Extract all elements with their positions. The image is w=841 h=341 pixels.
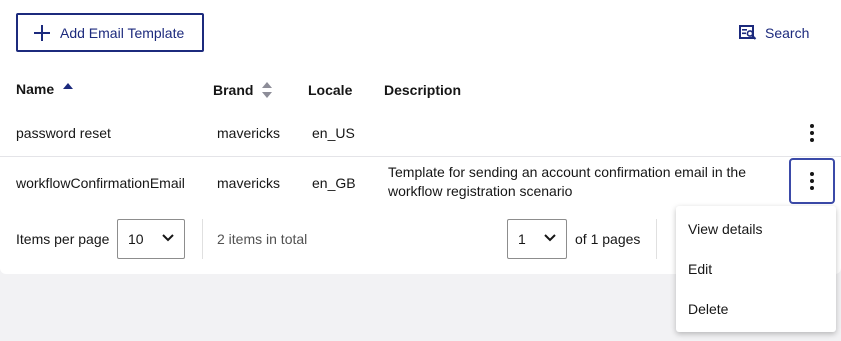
search-icon — [739, 25, 757, 40]
column-header-name[interactable]: Name — [16, 81, 74, 97]
row-2-locale: en_GB — [312, 175, 356, 191]
row-divider — [0, 156, 841, 157]
row-1-locale: en_US — [312, 125, 355, 141]
page-select[interactable]: 1 — [507, 219, 567, 259]
row-2-brand: mavericks — [217, 175, 281, 191]
menu-item-delete[interactable]: Delete — [676, 289, 836, 329]
column-header-brand[interactable]: Brand — [213, 81, 273, 99]
row-1-name: password reset — [16, 125, 111, 141]
total-pages-text: of 1 pages — [575, 231, 641, 247]
kebab-icon — [810, 171, 814, 192]
add-email-template-button[interactable]: Add Email Template — [16, 13, 204, 52]
row-2-actions-button[interactable] — [789, 158, 835, 204]
page-select-value: 1 — [518, 231, 526, 247]
chevron-down-icon — [162, 234, 174, 242]
total-items-text: 2 items in total — [217, 231, 308, 247]
search-label: Search — [765, 25, 810, 41]
row-2-name: workflowConfirmationEmail — [16, 175, 185, 191]
column-header-description: Description — [384, 82, 461, 98]
add-email-template-label: Add Email Template — [60, 24, 185, 41]
column-header-locale: Locale — [308, 82, 352, 98]
row-actions-menu: View details Edit Delete — [676, 206, 836, 332]
items-per-page-select[interactable]: 10 — [117, 219, 185, 259]
plus-icon — [34, 24, 50, 41]
column-header-name-label: Name — [16, 81, 55, 97]
chevron-down-icon — [544, 234, 556, 242]
row-1-actions-button[interactable] — [789, 110, 835, 156]
pagination-divider — [656, 219, 657, 259]
pagination-divider — [202, 219, 203, 259]
column-header-locale-label: Locale — [308, 82, 353, 98]
menu-item-view-details[interactable]: View details — [676, 209, 836, 249]
row-2-description-line-2: workflow registration scenario — [388, 183, 573, 199]
search-button[interactable]: Search — [739, 22, 809, 44]
items-per-page-label: Items per page — [16, 231, 110, 247]
column-header-description-label: Description — [384, 82, 462, 98]
row-1-brand: mavericks — [217, 125, 281, 141]
items-per-page-value: 10 — [128, 231, 144, 247]
sort-unsorted-icon — [262, 82, 273, 98]
column-header-brand-label: Brand — [213, 82, 254, 98]
sort-ascending-icon — [63, 83, 74, 89]
menu-item-edit[interactable]: Edit — [676, 249, 836, 289]
kebab-icon — [810, 123, 814, 144]
row-2-description-line-1: Template for sending an account confirma… — [388, 164, 746, 180]
